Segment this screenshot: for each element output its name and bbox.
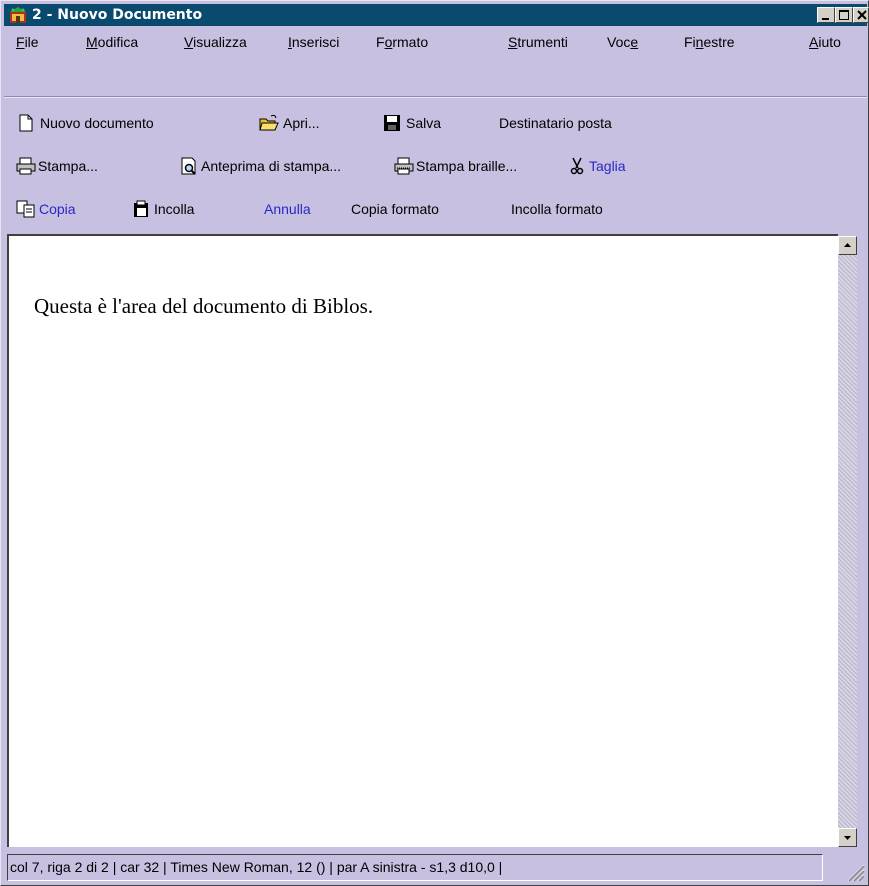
app-window: 2 - Nuovo Documento File Modifica Visual… bbox=[0, 0, 869, 886]
copy-format-label: Copia formato bbox=[351, 201, 439, 217]
menu-file[interactable]: File bbox=[16, 34, 39, 50]
undo-button[interactable]: Annulla bbox=[264, 195, 334, 223]
print-button[interactable]: Stampa... bbox=[16, 152, 156, 180]
mail-recipient-button[interactable]: Destinatario posta bbox=[499, 109, 684, 137]
new-document-icon bbox=[19, 114, 33, 132]
menu-inserisci[interactable]: Inserisci bbox=[288, 34, 339, 50]
maximize-button[interactable] bbox=[835, 7, 853, 23]
open-button[interactable]: Apri... bbox=[259, 109, 369, 137]
print-preview-button[interactable]: Anteprima di stampa... bbox=[179, 152, 379, 180]
new-document-button[interactable]: Nuovo documento bbox=[16, 109, 246, 137]
save-label: Salva bbox=[406, 115, 442, 131]
arrow-down-icon bbox=[844, 836, 851, 840]
scroll-up-button[interactable] bbox=[838, 236, 857, 255]
print-preview-label: Anteprima di stampa... bbox=[201, 158, 342, 174]
open-label: Apri... bbox=[283, 115, 320, 131]
paste-format-button[interactable]: Incolla formato bbox=[511, 195, 656, 223]
open-folder-icon bbox=[259, 114, 279, 131]
window-title: 2 - Nuovo Documento bbox=[32, 7, 203, 23]
print-label: Stampa... bbox=[38, 158, 98, 174]
copy-format-button[interactable]: Copia formato bbox=[351, 195, 506, 223]
menu-strumenti[interactable]: Strumenti bbox=[508, 34, 568, 50]
menu-separator bbox=[4, 96, 867, 98]
toolbar-row-2: Stampa... Anteprima di stampa... Stampa … bbox=[4, 152, 867, 180]
menu-aiuto[interactable]: Aiuto bbox=[809, 34, 841, 50]
menu-formato[interactable]: Formato bbox=[376, 34, 428, 50]
cut-button[interactable]: Taglia bbox=[567, 152, 657, 180]
save-button[interactable]: Salva bbox=[382, 109, 482, 137]
minimize-button[interactable] bbox=[817, 7, 835, 23]
document-area[interactable]: Questa è l'area del documento di Biblos. bbox=[7, 234, 838, 847]
clipboard-paste-icon bbox=[134, 200, 148, 217]
maximize-icon bbox=[839, 10, 849, 20]
toolbar-row-3: Copia Incolla Annulla Copia formato Inco… bbox=[4, 195, 867, 223]
copy-label: Copia bbox=[39, 201, 76, 217]
toolbar-row-1: Nuovo documento Apri... Salva Destinatar… bbox=[4, 109, 867, 137]
paste-label: Incolla bbox=[154, 201, 195, 217]
resize-grip-icon[interactable] bbox=[843, 860, 865, 882]
vertical-scrollbar[interactable] bbox=[838, 236, 857, 847]
paste-format-label: Incolla formato bbox=[511, 201, 603, 217]
mail-recipient-label: Destinatario posta bbox=[499, 115, 612, 131]
arrow-up-icon bbox=[844, 243, 851, 247]
document-text[interactable]: Questa è l'area del documento di Biblos. bbox=[34, 294, 373, 319]
cut-label: Taglia bbox=[589, 158, 626, 174]
close-button[interactable] bbox=[853, 7, 869, 23]
minimize-icon bbox=[822, 18, 829, 20]
print-preview-icon bbox=[181, 157, 196, 175]
braille-print-label: Stampa braille... bbox=[416, 158, 518, 174]
printer-icon bbox=[16, 157, 36, 175]
save-disk-icon bbox=[384, 115, 400, 131]
copy-icon bbox=[16, 200, 35, 218]
status-text: col 7, riga 2 di 2 | car 32 | Times New … bbox=[7, 854, 823, 881]
braille-printer-icon bbox=[394, 157, 414, 175]
menu-bar: File Modifica Visualizza Inserisci Forma… bbox=[4, 28, 867, 56]
menu-voce[interactable]: Voce bbox=[607, 34, 638, 50]
status-bar: col 7, riga 2 di 2 | car 32 | Times New … bbox=[4, 851, 867, 884]
copy-button[interactable]: Copia bbox=[16, 195, 116, 223]
new-document-label: Nuovo documento bbox=[40, 115, 154, 131]
menu-finestre[interactable]: Finestre bbox=[684, 34, 735, 50]
scissors-icon bbox=[570, 157, 584, 175]
close-icon bbox=[857, 10, 867, 20]
menu-visualizza[interactable]: Visualizza bbox=[184, 34, 247, 50]
braille-print-button[interactable]: Stampa braille... bbox=[394, 152, 544, 180]
title-bar[interactable]: 2 - Nuovo Documento bbox=[4, 4, 869, 26]
paste-button[interactable]: Incolla bbox=[131, 195, 241, 223]
undo-label: Annulla bbox=[264, 201, 311, 217]
menu-modifica[interactable]: Modifica bbox=[86, 34, 138, 50]
scroll-down-button[interactable] bbox=[838, 828, 857, 847]
biblos-app-icon[interactable] bbox=[8, 6, 28, 24]
